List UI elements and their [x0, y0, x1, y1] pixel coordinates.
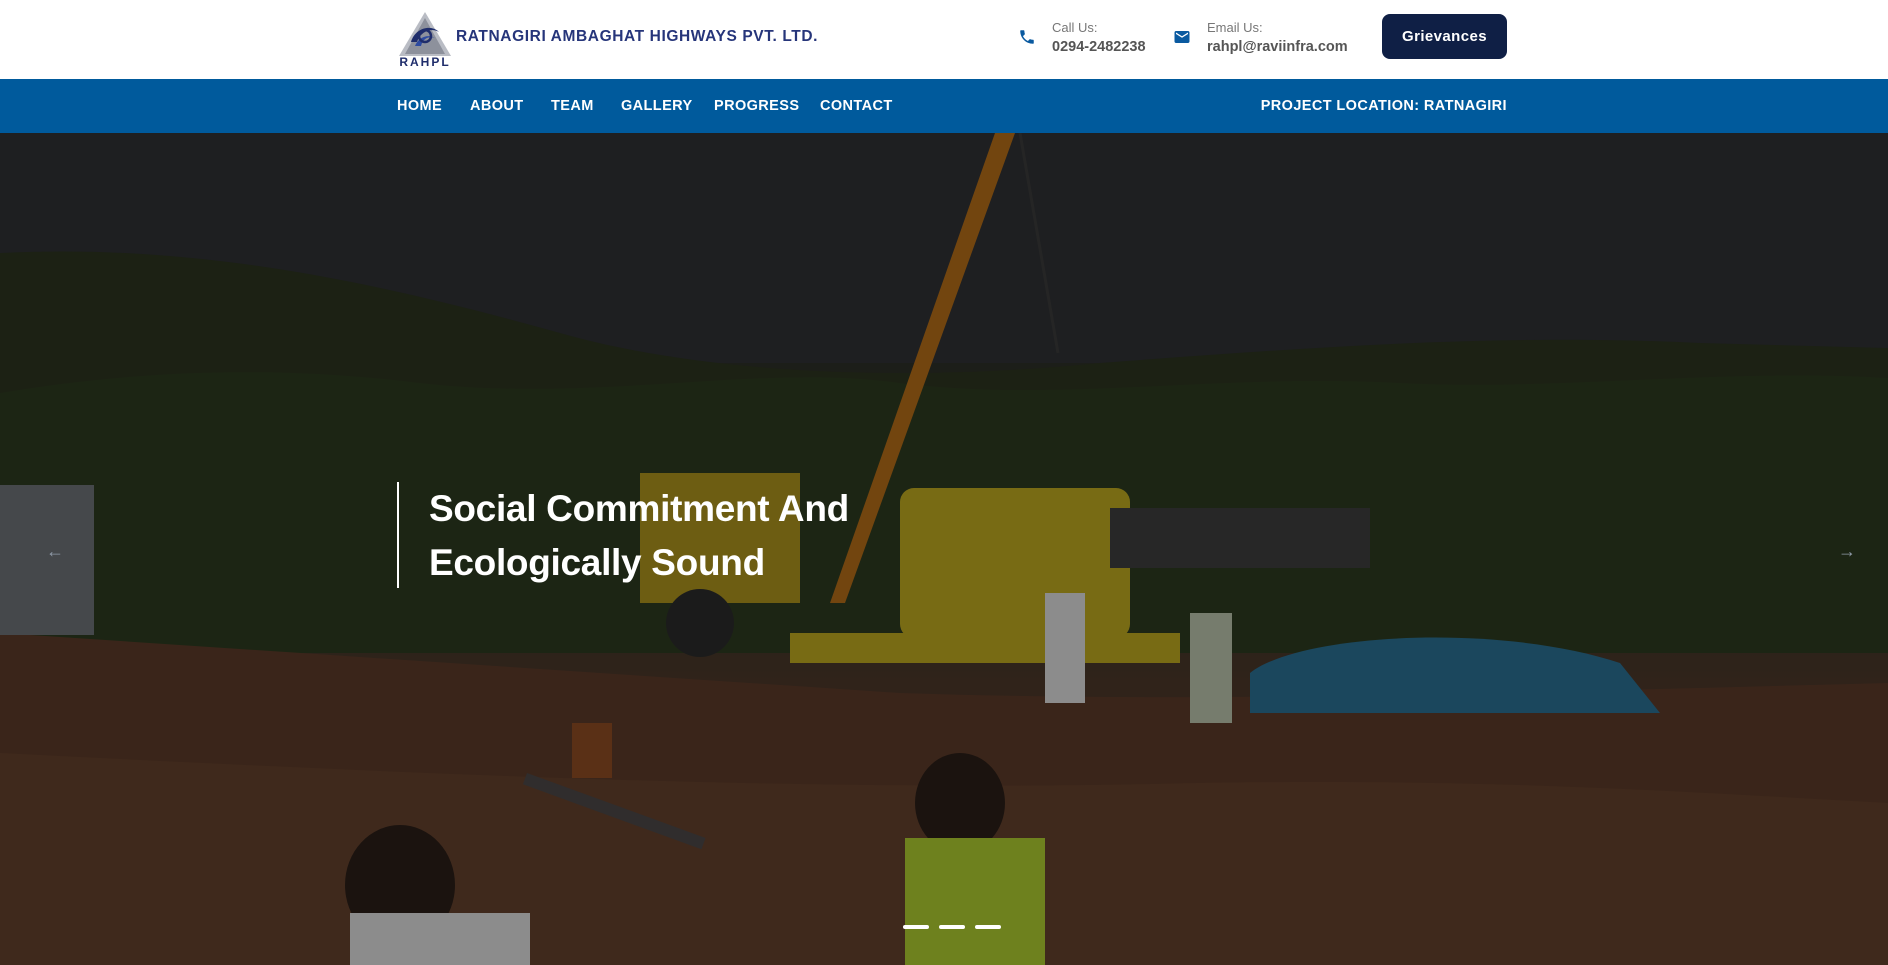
hero-slider: Social Commitment And Ecologically Sound… [0, 133, 1888, 965]
hero-caption-line-2: Ecologically Sound [429, 542, 765, 583]
phone-number[interactable]: 0294-2482238 [1052, 39, 1146, 55]
company-logo[interactable]: RAHPL [397, 10, 453, 70]
hero-caption: Social Commitment And Ecologically Sound [397, 482, 849, 588]
mail-icon [1173, 28, 1191, 46]
slider-next-arrow-icon[interactable]: → [1832, 536, 1862, 566]
contact-phone[interactable]: Call Us: 0294-2482238 [1018, 20, 1158, 60]
email-address[interactable]: rahpl@raviinfra.com [1207, 39, 1348, 55]
email-label: Email Us: [1207, 20, 1263, 35]
contact-email[interactable]: Email Us: rahpl@raviinfra.com [1173, 20, 1363, 60]
phone-label: Call Us: [1052, 20, 1098, 35]
grievances-button[interactable]: Grievances [1382, 14, 1507, 59]
site-header: RAHPL RATNAGIRI AMBAGHAT HIGHWAYS PVT. L… [0, 0, 1888, 79]
main-navigation: HOME ABOUT TEAM GALLERY PROGRESS CONTACT… [0, 79, 1888, 133]
hero-caption-line-1: Social Commitment And [429, 488, 849, 529]
hero-dark-overlay [0, 133, 1888, 965]
nav-item-team[interactable]: TEAM [551, 79, 594, 133]
slider-dot-1[interactable] [903, 925, 929, 929]
nav-item-contact[interactable]: CONTACT [820, 79, 893, 133]
logo-mark-icon [399, 12, 451, 56]
phone-icon [1018, 28, 1036, 46]
slider-dot-3[interactable] [975, 925, 1001, 929]
slider-prev-arrow-icon[interactable]: ← [40, 536, 70, 566]
slider-pagination [903, 925, 1001, 931]
nav-item-home[interactable]: HOME [397, 79, 442, 133]
logo-abbreviation: RAHPL [399, 55, 451, 69]
company-name[interactable]: RATNAGIRI AMBAGHAT HIGHWAYS PVT. LTD. [456, 28, 818, 46]
nav-item-progress[interactable]: PROGRESS [714, 79, 799, 133]
slider-dot-2[interactable] [939, 925, 965, 929]
nav-item-gallery[interactable]: GALLERY [621, 79, 693, 133]
nav-item-about[interactable]: ABOUT [470, 79, 524, 133]
project-location: PROJECT LOCATION: RATNAGIRI [1260, 98, 1507, 114]
